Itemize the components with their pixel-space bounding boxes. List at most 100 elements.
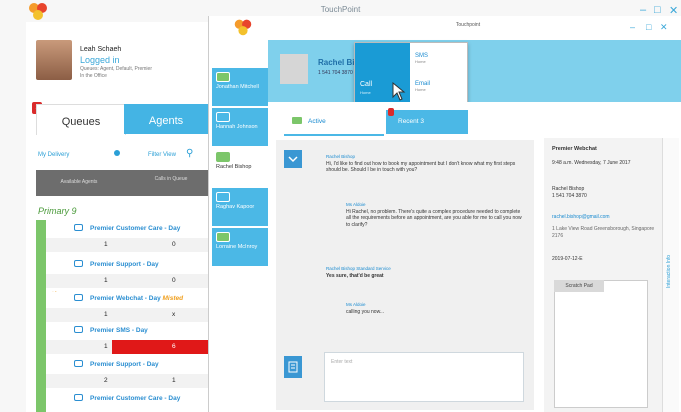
queue-agents-count: 1 <box>104 241 108 248</box>
queue-table-header: Available Agents Calls in Queue <box>36 170 208 196</box>
primary-group-label[interactable]: Primary 9 <box>38 206 77 216</box>
contact-avatar <box>280 54 308 84</box>
tab-queues[interactable]: Queues <box>36 104 126 135</box>
message-text: Yes sure, that'd be great <box>326 272 384 279</box>
filter-view-link[interactable]: Filter View <box>148 152 176 158</box>
minimize-icon[interactable]: – <box>640 4 646 16</box>
queue-count-row: 1 6 <box>46 340 208 354</box>
queue-row[interactable]: Premier Support - Day <box>46 258 208 272</box>
message-text: calling you now... <box>346 308 385 315</box>
app-logo-icon <box>29 3 47 20</box>
tab-recent-label: Recent 3 <box>398 118 425 125</box>
chat-maximize-icon[interactable]: □ <box>646 22 651 32</box>
queue-name-text: Premier Webchat - Day <box>90 295 161 302</box>
interaction-info-tab[interactable]: Interaction Info <box>662 138 679 412</box>
primary-group-text: Primary <box>38 206 69 216</box>
queue-name: Premier Support - Day <box>90 261 159 268</box>
chat-icon <box>216 232 230 242</box>
agent-name: Lorraine McInroy <box>216 244 258 250</box>
agent-name: Raghav Kapoor <box>216 204 255 210</box>
sms-button[interactable]: SMS Home <box>415 53 428 64</box>
tab-active[interactable]: Active <box>284 110 384 136</box>
queue-count-row: 2 1 <box>46 374 208 388</box>
recent-alert-badge <box>388 108 394 116</box>
info-extra: 2019-07-12-E <box>552 256 583 262</box>
queue-calls-count: 0 <box>172 241 176 248</box>
queue-agents-count: 1 <box>104 343 108 350</box>
queue-row[interactable]: Premier SMS - Day <box>46 324 208 338</box>
info-time: 9:48 a.m. Wednesday, 7 June 2017 <box>552 160 631 166</box>
my-delivery-link[interactable]: My Delivery <box>38 152 69 158</box>
agent-item[interactable]: Jonathan Mitchell <box>212 68 268 106</box>
maximize-icon[interactable]: □ <box>654 4 661 16</box>
queue-agents-count: 1 <box>104 311 108 318</box>
chat-icon <box>216 152 230 162</box>
call-sub: Home <box>360 90 371 95</box>
tab-recent[interactable]: Recent 3 <box>386 110 468 134</box>
chat-minimize-icon[interactable]: – <box>630 22 635 32</box>
info-queue: Premier Webchat <box>552 146 597 152</box>
message-text: Hi Rachel, no problem. There's quite a c… <box>346 208 522 228</box>
queue-agents-count: 1 <box>104 277 108 284</box>
collapse-button[interactable] <box>284 150 302 168</box>
agent-item[interactable]: Rachel Bishop <box>212 148 268 186</box>
header-available-agents: Available Agents <box>60 179 98 185</box>
agent-name: Jonathan Mitchell <box>216 84 259 90</box>
agent-item[interactable]: Hannah Johnson <box>212 108 268 146</box>
user-status[interactable]: Logged in <box>80 55 120 65</box>
search-icon[interactable]: ⚲ <box>186 148 193 159</box>
chat-message: Rachel Bishop Hi, I'd like to find out h… <box>326 154 530 174</box>
info-customer: Rachel Bishop 1 541 704 3870 <box>552 186 652 199</box>
primary-group-bar <box>36 220 46 412</box>
queue-row[interactable]: Premier Support - Day <box>46 358 208 372</box>
queue-row[interactable]: Premier Customer Care - Day <box>46 222 208 236</box>
email-sub: Home <box>415 87 426 92</box>
agents-column: Jonathan Mitchell Hannah Johnson Rachel … <box>212 60 268 412</box>
queue-calls-count: 1 <box>172 377 176 384</box>
avatar[interactable] <box>36 40 72 80</box>
queue-calls-count: 0 <box>172 277 176 284</box>
info-customer-name: Rachel Bishop <box>552 186 585 192</box>
info-email[interactable]: rachel.bishop@gmail.com <box>552 214 610 221</box>
message-text: Hi, I'd like to find out how to book my … <box>326 160 516 174</box>
queue-calls-alert: 6 <box>112 340 208 354</box>
queue-name: Premier SMS - Day <box>90 327 148 334</box>
chat-message: Ms Aldoie calling you now... <box>346 302 524 315</box>
chat-message: Ms Aldoie Hi Rachel, no problem. There's… <box>346 202 524 228</box>
sms-sub: Home <box>415 59 426 64</box>
info-address: 1 Lake View Road Greensborough, Singapor… <box>552 226 655 239</box>
chat-icon <box>216 72 230 82</box>
chat-icon <box>74 326 83 333</box>
queue-count-row: 1 0 <box>46 238 208 252</box>
queue-name: Premier Support - Day <box>90 361 159 368</box>
info-icon[interactable] <box>114 150 120 156</box>
agent-name: Hannah Johnson <box>216 124 258 130</box>
chat-icon <box>292 117 302 124</box>
info-customer-phone: 1 541 704 3870 <box>552 192 587 199</box>
email-icon <box>74 394 83 401</box>
agent-item[interactable]: Lorraine McInroy <box>212 228 268 266</box>
agent-name: Rachel Bishop <box>216 164 252 170</box>
scratch-pad[interactable] <box>554 280 648 408</box>
email-icon <box>74 360 83 367</box>
attach-button[interactable] <box>284 356 302 378</box>
queue-row[interactable]: Premier Webchat - Day Misted <box>46 292 208 306</box>
chat-close-icon[interactable]: ✕ <box>660 22 668 33</box>
tab-active-label: Active <box>308 118 326 125</box>
primary-group-count: 9 <box>71 206 77 216</box>
queue-calls-count: 6 <box>172 343 176 350</box>
header-calls-in-queue: Calls in Queue <box>154 176 188 182</box>
agent-item[interactable]: Raghav Kapoor <box>212 188 268 226</box>
chat-message: Rachel Bishop Standard Service Yes sure,… <box>326 266 530 279</box>
message-input[interactable]: Enter text <box>324 352 524 402</box>
queue-row[interactable]: Premier Customer Care - Day <box>46 392 208 406</box>
scratch-pad-tab[interactable]: Scratch Pad <box>554 280 604 292</box>
tab-agents[interactable]: Agents <box>124 104 208 134</box>
queue-extra: Misted <box>162 295 184 302</box>
chat-icon <box>74 294 83 301</box>
contact-phone: 1 541 704 3870 <box>318 70 353 76</box>
queue-name: Premier Webchat - Day Misted <box>90 295 183 302</box>
chat-window-logo-icon <box>234 19 252 36</box>
email-button[interactable]: Email Home <box>415 81 430 92</box>
phone-icon <box>74 260 83 267</box>
